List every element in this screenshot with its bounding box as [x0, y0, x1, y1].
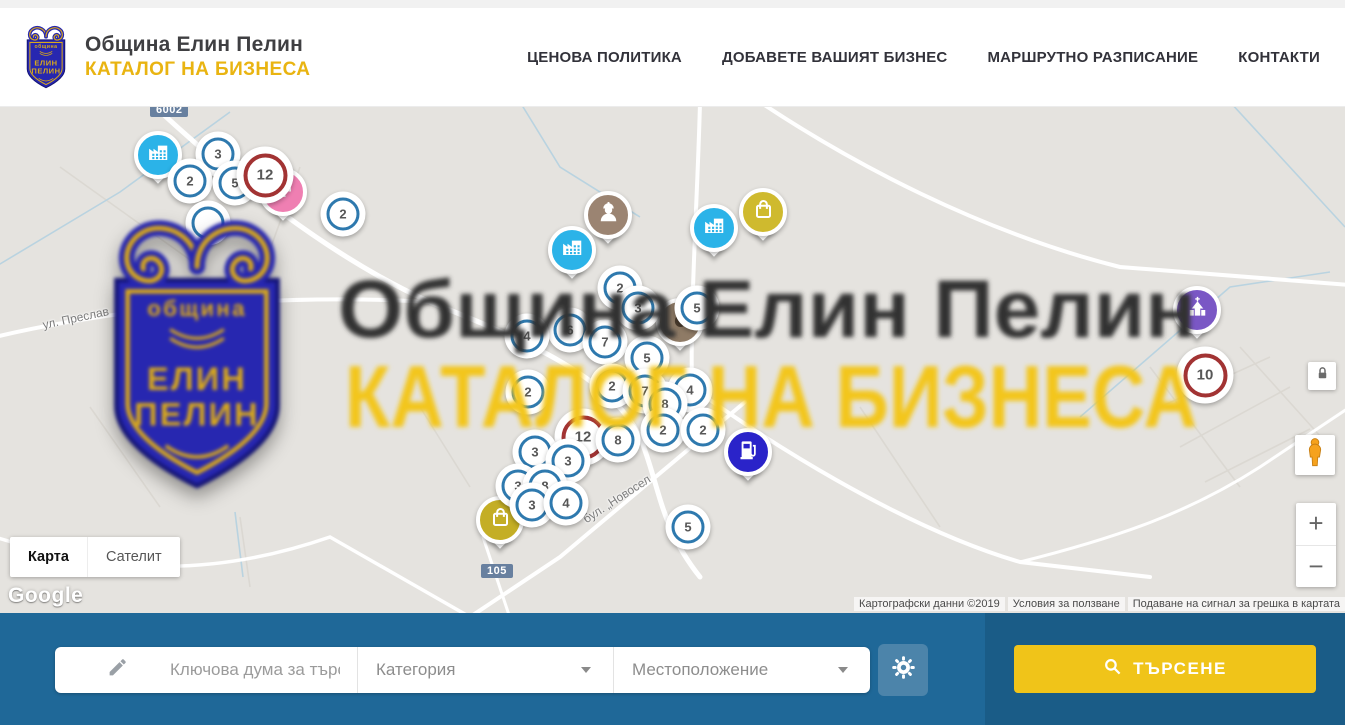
church-pin-marker[interactable] [1173, 286, 1221, 334]
cluster-marker[interactable]: 10 [1177, 347, 1234, 404]
cluster-marker[interactable]: 2 [321, 192, 366, 237]
cluster-count: 12 [243, 153, 287, 197]
map-attribution: Картографски данни ©2019 Условия за полз… [854, 597, 1345, 611]
cluster-marker[interactable]: 2 [681, 408, 726, 453]
terms-of-use-link[interactable]: Условия за ползване [1008, 597, 1125, 611]
search-box: Категория Местоположение [55, 647, 870, 693]
attribution-copyright: Картографски данни ©2019 [854, 597, 1005, 611]
cluster-count [192, 207, 225, 240]
cluster-marker[interactable]: 2 [168, 159, 213, 204]
fuel-pin-marker[interactable] [724, 428, 772, 476]
cluster-marker[interactable]: 12 [237, 147, 294, 204]
map-markers-layer: 32512223564752274822128333834510 [0, 107, 1345, 613]
keyword-search-input[interactable] [170, 660, 340, 680]
cluster-marker[interactable]: 7 [583, 320, 628, 365]
crest-name-line1: ЕЛИН [34, 58, 57, 67]
cluster-count: 2 [687, 414, 720, 447]
cluster-count: 5 [681, 292, 714, 325]
factory-pin-marker[interactable] [548, 226, 596, 274]
factory-icon [146, 140, 171, 170]
map-type-map-button[interactable]: Карта [10, 537, 87, 577]
church-icon [1185, 295, 1210, 325]
category-select[interactable]: Категория [357, 647, 613, 693]
cluster-count: 10 [1183, 353, 1227, 397]
map-type-satellite-button[interactable]: Сателит [87, 537, 180, 577]
shopping-bag-icon [488, 505, 513, 535]
search-button-label: ТЪРСЕНЕ [1133, 659, 1227, 679]
pencil-icon [107, 657, 128, 683]
nav-item-add-business[interactable]: ДОБАВЕТЕ ВАШИЯТ БИЗНЕС [722, 49, 947, 66]
cluster-count: 2 [512, 376, 545, 409]
pegman-icon [1304, 437, 1326, 473]
cluster-count: 5 [672, 511, 705, 544]
factory-icon [702, 213, 727, 243]
page-top-strip [0, 0, 1345, 8]
nav-item-pricing[interactable]: ЦЕНОВА ПОЛИТИКА [527, 49, 682, 66]
zoom-control: + − [1296, 503, 1336, 587]
cluster-count: 8 [602, 424, 635, 457]
chevron-down-icon [838, 667, 848, 673]
cluster-marker[interactable]: 2 [641, 408, 686, 453]
cluster-count: 2 [327, 198, 360, 231]
keyword-field-wrap [55, 647, 357, 693]
search-bar: Категория Местоположение ТЪРСЕНЕ [0, 613, 1345, 725]
cluster-marker[interactable]: 8 [596, 418, 641, 463]
search-button[interactable]: ТЪРСЕНЕ [1014, 645, 1316, 693]
lock-icon [1315, 366, 1330, 386]
cluster-count: 4 [550, 487, 583, 520]
google-map-canvas[interactable]: ул. Преславбул. „Новосел6002105 32512223… [0, 107, 1345, 613]
nav-item-route-schedule[interactable]: МАРШРУТНО РАЗПИСАНИЕ [987, 49, 1198, 66]
zoom-out-button[interactable]: − [1296, 546, 1336, 588]
cluster-count: 2 [647, 414, 680, 447]
site-subtitle: КАТАЛОГ НА БИЗНЕСА [85, 59, 310, 81]
site-title: Община Елин Пелин [85, 33, 310, 57]
cluster-count: 3 [622, 292, 655, 325]
gear-icon [891, 655, 916, 685]
location-select-value: Местоположение [632, 660, 768, 680]
nav-item-contacts[interactable]: КОНТАКТИ [1238, 49, 1320, 66]
main-nav: ЦЕНОВА ПОЛИТИКА ДОБАВЕТЕ ВАШИЯТ БИЗНЕС М… [527, 49, 1320, 66]
cluster-marker[interactable]: 2 [506, 370, 551, 415]
search-bar-right: ТЪРСЕНЕ [985, 613, 1345, 725]
cluster-count: 2 [174, 165, 207, 198]
search-icon [1103, 657, 1122, 681]
crest-name-line2: ПЕЛИН [31, 67, 60, 76]
factory-icon [560, 235, 585, 265]
shopping-bag-icon [751, 197, 776, 227]
cluster-count: 7 [589, 326, 622, 359]
cluster-marker[interactable]: 4 [505, 314, 550, 359]
search-bar-left: Категория Местоположение [0, 613, 985, 725]
shopping-bag-pin-marker[interactable] [739, 188, 787, 236]
cluster-marker[interactable]: 5 [675, 286, 720, 331]
zoom-in-button[interactable]: + [1296, 503, 1336, 546]
cluster-marker[interactable]: 4 [544, 481, 589, 526]
chevron-down-icon [581, 667, 591, 673]
pegman-control[interactable] [1295, 435, 1335, 475]
site-header: община ЕЛИНПЕЛИН Община Елин Пелин КАТАЛО… [0, 8, 1345, 107]
municipality-crest-logo: община ЕЛИНПЕЛИН [20, 24, 72, 90]
cluster-marker[interactable] [186, 201, 231, 246]
fuel-icon [736, 437, 761, 467]
location-select[interactable]: Местоположение [613, 647, 870, 693]
street-view-lock-button[interactable] [1308, 362, 1336, 390]
cluster-marker[interactable]: 5 [666, 505, 711, 550]
factory-pin-marker[interactable] [690, 204, 738, 252]
advanced-search-button[interactable] [878, 644, 928, 696]
report-map-error-link[interactable]: Подаване на сигнал за грешка в картата [1128, 597, 1345, 611]
google-logo[interactable]: Google [8, 584, 83, 608]
site-logo[interactable]: община ЕЛИНПЕЛИН Община Елин Пелин КАТАЛО… [20, 24, 310, 90]
crest-top-text: община [34, 43, 57, 50]
cluster-marker[interactable]: 3 [616, 286, 661, 331]
cluster-count: 4 [511, 320, 544, 353]
category-select-value: Категория [376, 660, 455, 680]
worker-icon [596, 200, 621, 230]
map-type-control: Карта Сателит [10, 537, 180, 577]
